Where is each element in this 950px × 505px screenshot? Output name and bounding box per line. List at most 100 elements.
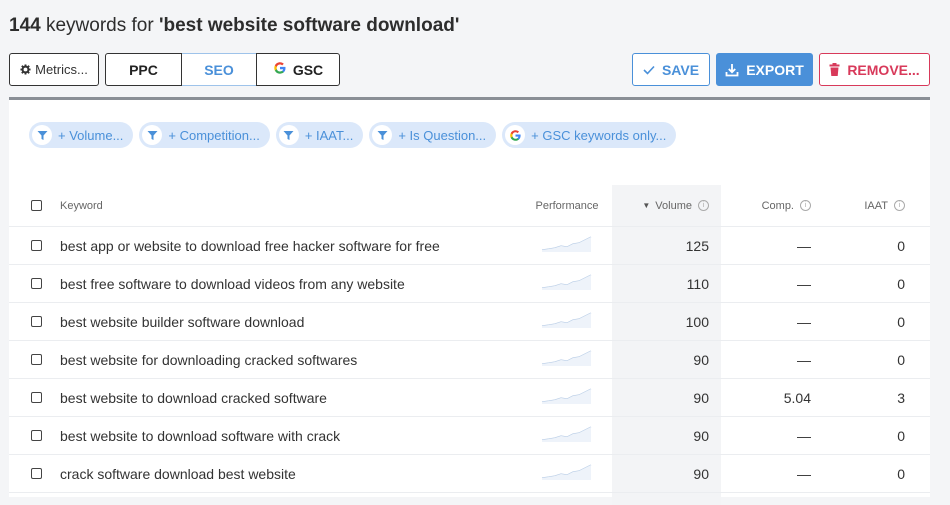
google-icon xyxy=(505,125,526,145)
tab-gsc-label: GSC xyxy=(292,61,324,78)
keyword-cell: best app or website to download free hac… xyxy=(60,237,440,254)
tab-gsc[interactable]: GSC xyxy=(256,53,340,86)
filter-iaat-label: + IAAT... xyxy=(304,127,354,143)
filter-is-question-label: + Is Question... xyxy=(398,127,487,143)
table-row[interactable]: crack software download best website 90 — 0 xyxy=(9,455,930,493)
volume-cell: 90 xyxy=(693,465,709,482)
remove-label: REMOVE... xyxy=(847,61,920,78)
filter-is-question-chip[interactable]: + Is Question... xyxy=(369,122,497,148)
row-checkbox[interactable] xyxy=(31,240,42,251)
row-checkbox[interactable] xyxy=(31,278,42,289)
source-tabs: PPC SEO GSC xyxy=(105,53,340,86)
iaat-cell: 0 xyxy=(897,275,905,292)
keyword-cell: best website to download cracked softwar… xyxy=(60,389,327,406)
select-all-checkbox[interactable] xyxy=(31,200,42,211)
info-icon[interactable]: i xyxy=(800,200,811,211)
row-checkbox[interactable] xyxy=(31,468,42,479)
check-icon xyxy=(643,65,655,75)
export-label: EXPORT xyxy=(746,61,804,78)
filter-volume-label: + Volume... xyxy=(58,127,124,143)
keyword-count: 144 xyxy=(9,15,41,36)
download-icon xyxy=(725,63,739,77)
performance-sparkline xyxy=(541,388,593,407)
comp-cell: 5.04 xyxy=(783,389,811,406)
filter-gsc-chip[interactable]: + GSC keywords only... xyxy=(502,122,677,148)
performance-sparkline xyxy=(541,274,593,293)
row-checkbox[interactable] xyxy=(31,316,42,327)
performance-sparkline xyxy=(541,350,593,369)
iaat-cell: 0 xyxy=(897,313,905,330)
comp-cell: — xyxy=(797,465,811,482)
row-checkbox[interactable] xyxy=(31,354,42,365)
keyword-cell: best website builder software download xyxy=(60,313,305,330)
keywords-panel: + Volume... + Competition... + IAAT... +… xyxy=(9,97,930,505)
filter-icon xyxy=(32,125,52,145)
keyword-cell: best website to download software with c… xyxy=(60,427,341,444)
export-button[interactable]: EXPORT xyxy=(716,53,813,86)
save-button[interactable]: SAVE xyxy=(632,53,710,86)
table-row[interactable]: best free software to download videos fr… xyxy=(9,265,930,303)
column-comp[interactable]: Comp. xyxy=(762,200,794,212)
performance-sparkline xyxy=(541,236,593,255)
iaat-cell: 0 xyxy=(897,465,905,482)
filter-gsc-label: + GSC keywords only... xyxy=(531,127,667,143)
table-row[interactable]: best website to download software with c… xyxy=(9,417,930,455)
iaat-cell: 0 xyxy=(897,237,905,254)
filter-iaat-chip[interactable]: + IAAT... xyxy=(275,122,364,148)
comp-cell: — xyxy=(797,313,811,330)
volume-cell: 100 xyxy=(685,313,709,330)
column-performance: Performance xyxy=(535,199,599,212)
info-icon[interactable]: i xyxy=(698,200,709,211)
tab-ppc-label: PPC xyxy=(129,61,158,78)
iaat-cell: 0 xyxy=(897,351,905,368)
column-volume[interactable]: Volume xyxy=(655,200,692,212)
page-title: 144 keywords for 'best website software … xyxy=(9,15,459,37)
filter-icon xyxy=(142,125,163,145)
table-body: best app or website to download free hac… xyxy=(9,227,930,493)
table-row[interactable]: best website for downloading cracked sof… xyxy=(9,341,930,379)
info-icon[interactable]: i xyxy=(894,200,905,211)
keyword-cell: best website for downloading cracked sof… xyxy=(60,351,358,368)
comp-cell: — xyxy=(797,237,811,254)
query-text: 'best website software download' xyxy=(158,15,460,36)
performance-sparkline xyxy=(541,464,593,483)
keyword-cell: best free software to download videos fr… xyxy=(60,275,405,292)
row-checkbox[interactable] xyxy=(31,392,42,403)
keyword-cell: crack software download best website xyxy=(60,465,296,482)
table-header: Keyword Performance ▼ Volume i Comp. i I… xyxy=(9,185,930,227)
filter-icon xyxy=(278,125,299,145)
iaat-cell: 0 xyxy=(897,427,905,444)
volume-cell: 110 xyxy=(686,275,709,292)
metrics-label: Metrics... xyxy=(35,62,88,77)
column-keyword[interactable]: Keyword xyxy=(60,200,103,212)
table-row[interactable]: best app or website to download free hac… xyxy=(9,227,930,265)
iaat-cell: 3 xyxy=(897,389,905,406)
title-text: keywords for xyxy=(40,15,159,36)
volume-cell: 90 xyxy=(693,427,709,444)
column-iaat[interactable]: IAAT xyxy=(864,200,888,212)
filter-competition-label: + Competition... xyxy=(168,127,260,143)
table-row[interactable]: best website builder software download 10… xyxy=(9,303,930,341)
filter-competition-chip[interactable]: + Competition... xyxy=(139,122,270,148)
tab-seo-label: SEO xyxy=(204,61,234,78)
filter-chips: + Volume... + Competition... + IAAT... +… xyxy=(29,122,677,148)
trash-icon xyxy=(829,63,840,76)
tab-ppc[interactable]: PPC xyxy=(105,53,182,86)
gear-icon xyxy=(20,64,31,75)
tab-seo[interactable]: SEO xyxy=(182,53,256,86)
comp-cell: — xyxy=(797,351,811,368)
remove-button[interactable]: REMOVE... xyxy=(819,53,930,86)
performance-sparkline xyxy=(541,312,593,331)
filter-volume-chip[interactable]: + Volume... xyxy=(29,122,134,148)
volume-cell: 90 xyxy=(693,351,709,368)
save-label: SAVE xyxy=(661,61,700,78)
table-row[interactable]: best website to download cracked softwar… xyxy=(9,379,930,417)
sort-desc-icon: ▼ xyxy=(642,201,651,210)
volume-cell: 90 xyxy=(693,389,709,406)
comp-cell: — xyxy=(797,427,811,444)
filter-icon xyxy=(372,125,393,145)
row-checkbox[interactable] xyxy=(31,430,42,441)
google-icon xyxy=(273,61,287,78)
performance-sparkline xyxy=(541,426,593,445)
metrics-button[interactable]: Metrics... xyxy=(9,53,99,86)
